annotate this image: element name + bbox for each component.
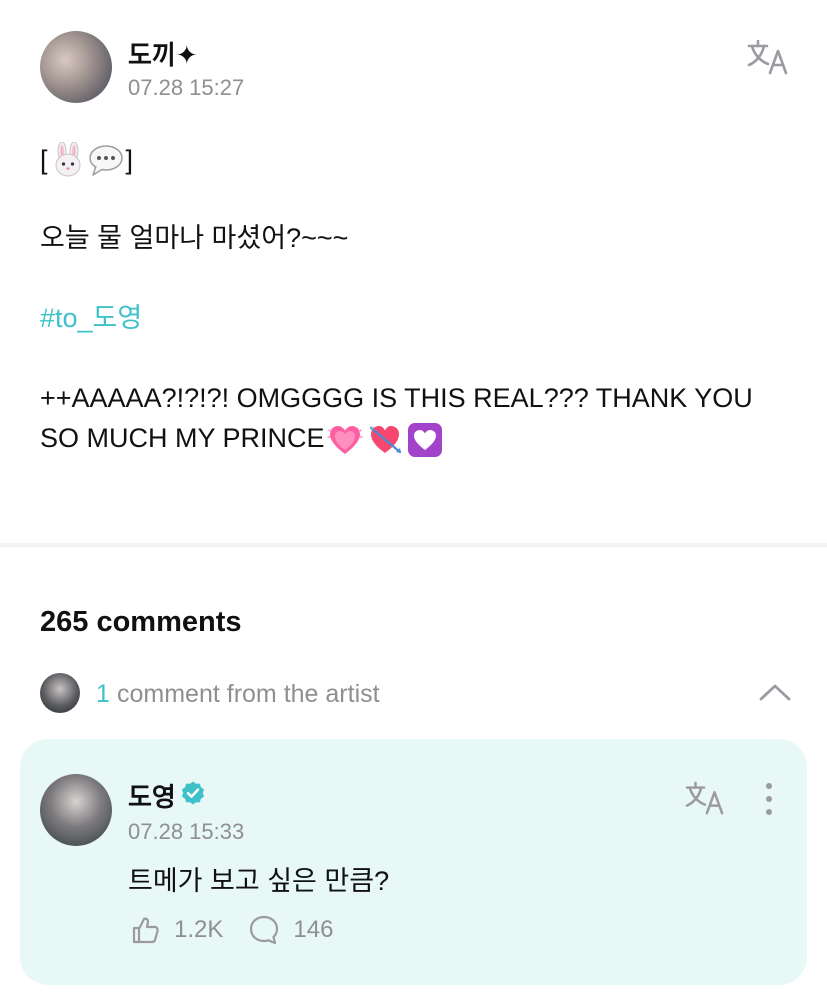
like-icon[interactable]: [128, 913, 162, 947]
post-question: 오늘 물 얼마나 마셨어?~~~: [40, 223, 349, 253]
like-count: 1.2K: [174, 916, 224, 943]
heart-decoration-emoji: [407, 422, 442, 457]
reply-count: 146: [293, 916, 334, 943]
comments-count: 265 comments: [40, 606, 242, 638]
chevron-up-icon[interactable]: [758, 679, 792, 705]
post-header: 도끼✦ 07.28 15:27: [40, 31, 790, 103]
artist-comment-toggle[interactable]: 1 comment from the artist: [40, 673, 792, 715]
reply-icon[interactable]: [247, 913, 281, 947]
artist-comment-text: 트메가 보고 싶은 만큼?: [128, 866, 390, 896]
artist-comment-count: 1: [96, 680, 110, 708]
bracket-close: ]: [125, 145, 134, 175]
bracket-open: [: [40, 145, 48, 175]
author-avatar[interactable]: [40, 31, 112, 103]
hashtag-link[interactable]: #to_도영: [40, 298, 790, 338]
heart-emojis: [326, 422, 443, 458]
artist-name[interactable]: 도영: [128, 777, 176, 814]
verified-badge-icon: [182, 781, 204, 805]
translate-icon[interactable]: [684, 779, 726, 817]
artist-avatar-small: [40, 673, 80, 713]
more-options-icon[interactable]: [764, 781, 774, 817]
emoji-line: [ ]: [40, 140, 790, 180]
section-divider: [0, 543, 827, 547]
sparkling-heart-emoji: [326, 425, 363, 454]
post-body: [ ] 오늘 물 얼마나 마셨어?~~~ #to_도영 ++AAAAA?!?!?…: [40, 140, 790, 458]
translate-icon[interactable]: [746, 37, 790, 77]
heart-with-arrow-emoji: [369, 425, 401, 453]
post-timestamp: 07.28 15:27: [128, 75, 245, 100]
post-message: ++AAAAA?!?!?! OMGGGG IS THIS REAL??? THA…: [40, 378, 790, 458]
artist-comment-label: comment from the artist: [117, 680, 380, 708]
author-name[interactable]: 도끼✦: [128, 35, 198, 72]
artist-comment-card: 도영 07.28 15:33 트메가 보고 싶은 만큼? 1.2K 146: [20, 739, 807, 985]
artist-comment-timestamp: 07.28 15:33: [128, 819, 245, 844]
comment-stats: 1.2K 146: [128, 913, 333, 947]
speech-bubble-emoji: [88, 145, 123, 176]
rabbit-emoji: [55, 142, 81, 177]
artist-avatar[interactable]: [40, 774, 112, 846]
